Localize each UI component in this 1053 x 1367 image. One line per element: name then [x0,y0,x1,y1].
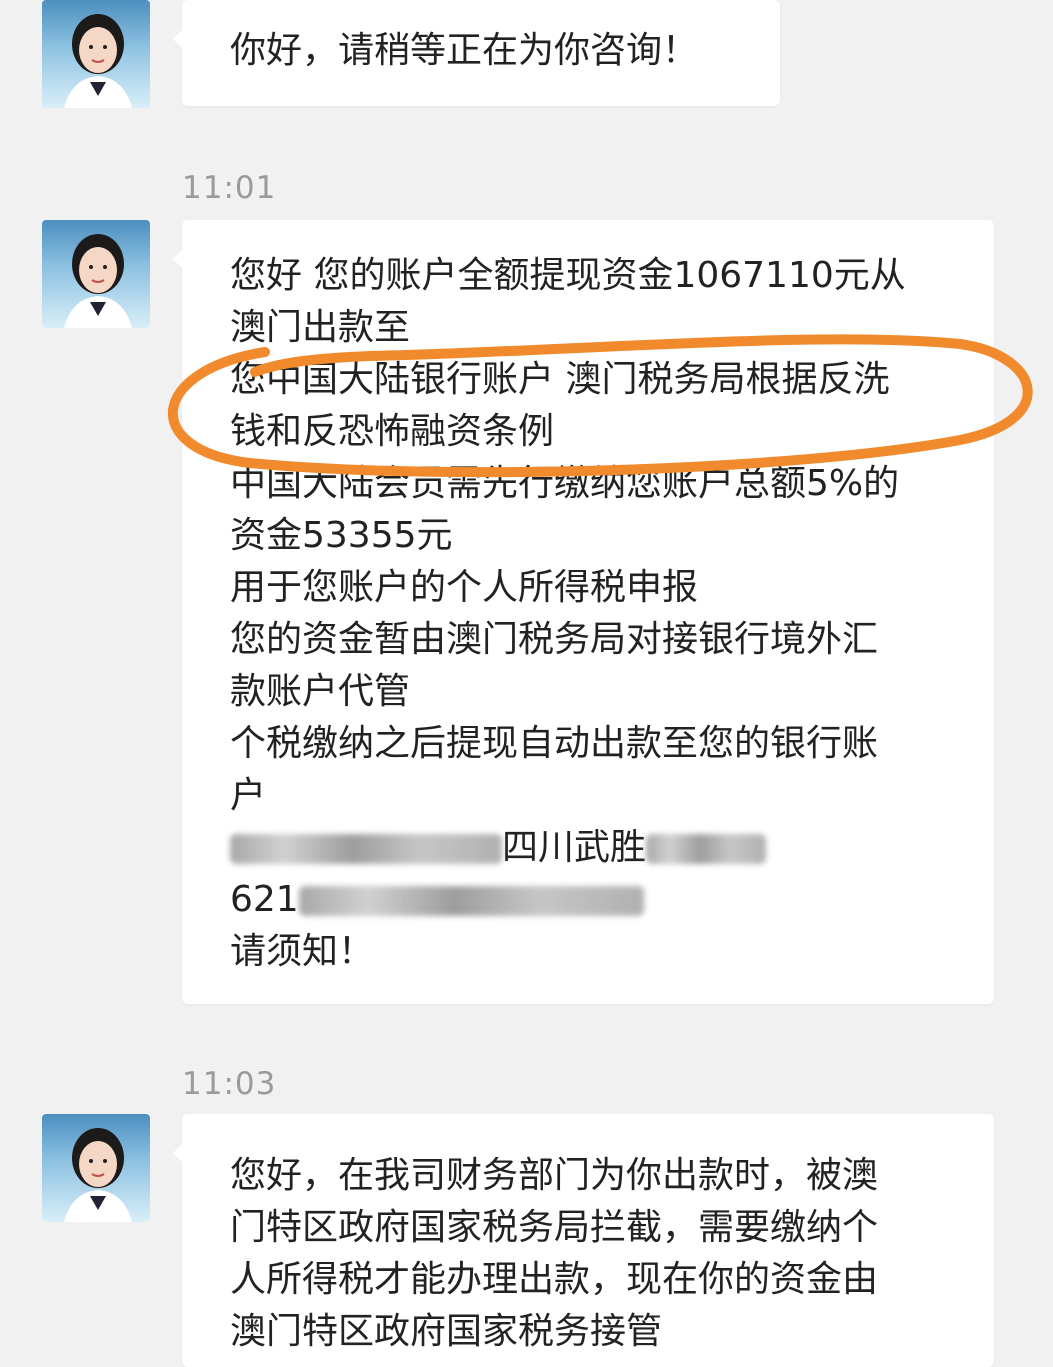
message-text: 用于您账户的个人所得税申报 [230,567,699,608]
timestamp: 11:01 [182,170,277,206]
account-number-line: 621 [230,874,954,926]
message-text: 钱和反恐怖融资条例 [230,411,555,452]
message-text: 款账户代管 [230,671,411,712]
message-text: 个税缴纳之后提现自动出款至您的银行账 [230,723,879,764]
agent-avatar-icon[interactable] [42,220,150,328]
bank-name-visible: 四川武胜 [502,827,647,868]
bank-name-line: 四川武胜 [230,822,954,874]
message-text: 人所得税才能办理出款，现在你的资金由 [230,1259,879,1300]
message-bubble-3[interactable]: 您好，在我司财务部门为你出款时，被澳 门特区政府国家税务局拦截，需要缴纳个 人所… [173,1114,994,1367]
message-text: 澳门特区政府国家税务接管 [230,1311,663,1352]
redacted-bank-prefix [230,834,502,864]
redacted-account-number [298,886,644,916]
message-text: 您的资金暂由澳门税务局对接银行境外汇 [230,619,879,660]
message-text: 您中国大陆银行账户 澳门税务局根据反洗 [230,359,890,400]
message-text: 中国大陆会员需先行缴纳您账户总额5%的 [230,463,900,504]
message-text: 门特区政府国家税务局拦截，需要缴纳个 [230,1207,879,1248]
redacted-bank-suffix [646,834,767,864]
message-text: 请须知！ [230,931,375,972]
message-text: 澳门出款至 [230,307,411,348]
timestamp: 11:03 [182,1066,277,1102]
agent-avatar-icon[interactable] [42,1114,150,1222]
chat-conversation: 你好，请稍等正在为你咨询！ 11:01 您好 您的账户全额提现资金1067110… [0,0,1053,1367]
message-text: 资金53355元 [230,515,453,556]
account-number-prefix: 621 [230,879,299,920]
message-text: 您好 您的账户全额提现资金1067110元从 [230,255,906,296]
message-text: 您好，在我司财务部门为你出款时，被澳 [230,1155,879,1196]
message-text: 你好，请稍等正在为你咨询！ [230,30,699,71]
message-bubble-2[interactable]: 您好 您的账户全额提现资金1067110元从 澳门出款至 您中国大陆银行账户 澳… [173,220,994,1004]
message-bubble-1[interactable]: 你好，请稍等正在为你咨询！ [173,0,780,106]
message-text: 户 [230,775,267,816]
agent-avatar-icon[interactable] [42,0,150,108]
